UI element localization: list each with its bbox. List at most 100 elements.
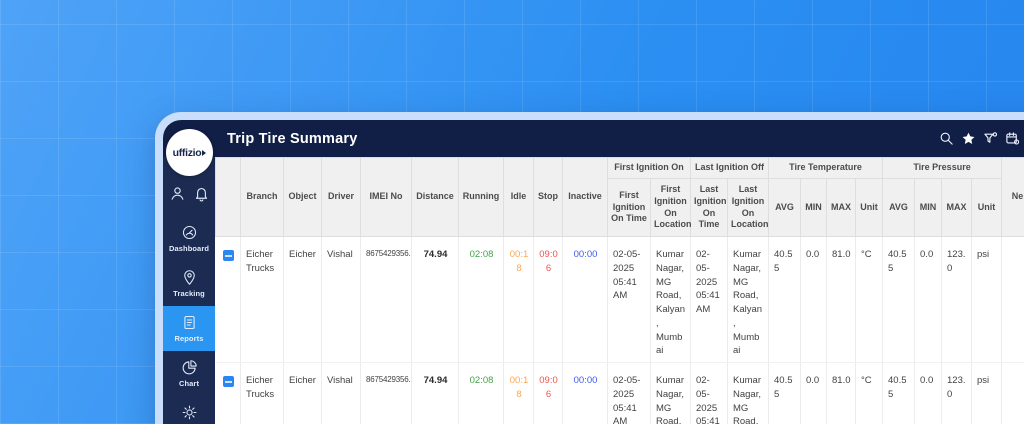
column-header: First Ignition On Location	[650, 178, 692, 237]
bell-icon[interactable]	[193, 185, 210, 202]
app-window-inner: Trip Tire Summary Dashboard Tracking Rep…	[163, 120, 1024, 424]
first-ignition-on-time-cell: 02-05-2025 05:41 AM	[607, 362, 651, 424]
imei-cell: 8675429356..	[360, 362, 412, 424]
partial-column-header: Ne T	[1001, 157, 1024, 237]
tire-temp-max-cell: 81.0	[826, 236, 856, 364]
tracking-pin-icon	[181, 269, 198, 286]
page-title: Trip Tire Summary	[227, 130, 358, 147]
tire-temp-avg-cell: 40.55	[768, 236, 801, 364]
column-header: IMEI No	[360, 157, 412, 237]
calendar-settings-icon[interactable]	[1004, 131, 1020, 147]
idle-cell: 00:18	[503, 362, 534, 424]
table-row[interactable]: Eicher Trucks Eicher Vishal 8675429356..…	[215, 236, 1024, 364]
column-header: Distance	[411, 157, 459, 237]
tire-pressure-avg-cell: 40.55	[882, 362, 916, 424]
table-row[interactable]: Eicher Trucks Eicher Vishal 8675429356..…	[215, 362, 1024, 424]
trip-tire-summary-table: Branch Object Driver IMEI No Distance Ru…	[215, 157, 1024, 424]
column-header: MIN	[800, 178, 827, 237]
stop-cell: 09:06	[533, 236, 563, 364]
sidebar-item-settings[interactable]: Settings	[163, 396, 215, 424]
user-icon[interactable]	[169, 185, 186, 202]
sidebar: Dashboard Tracking Reports Chart	[163, 157, 215, 424]
search-icon[interactable]	[938, 131, 954, 147]
dashboard-gauge-icon	[181, 224, 198, 241]
chart-pie-icon	[181, 359, 198, 376]
branch-cell: Eicher Trucks	[240, 362, 284, 424]
last-ignition-on-location-cell: Kumar Nagar, MG Road, Kalyan, Mumbai	[727, 236, 769, 364]
select-all-header[interactable]	[215, 157, 241, 237]
row-select-cell[interactable]	[215, 362, 241, 424]
column-header: Object	[283, 157, 322, 237]
tire-pressure-min-cell: 0.0	[914, 362, 943, 424]
column-header: Inactive	[562, 157, 608, 237]
sidebar-item-tracking[interactable]: Tracking	[163, 261, 215, 306]
row-checkbox[interactable]	[222, 250, 234, 261]
tire-temp-unit-cell: °C	[855, 236, 884, 364]
column-header: Unit	[971, 178, 1003, 237]
column-header: Idle	[503, 157, 534, 237]
column-header: Stop	[533, 157, 563, 237]
reports-document-icon	[181, 314, 198, 331]
row-select-cell[interactable]	[215, 236, 241, 364]
driver-cell: Vishal	[321, 236, 361, 364]
column-header: Unit	[854, 178, 884, 237]
idle-cell: 00:18	[503, 236, 534, 364]
titlebar: Trip Tire Summary	[163, 120, 1024, 157]
sidebar-item-dashboard[interactable]: Dashboard	[163, 216, 215, 261]
partial-cell	[1001, 362, 1024, 424]
running-cell: 02:08	[458, 362, 504, 424]
running-cell: 02:08	[458, 236, 504, 364]
sidebar-item-label: Reports	[174, 334, 204, 343]
inactive-cell: 00:00	[562, 236, 608, 364]
last-ignition-on-time-cell: 02-05-2025 05:41 AM	[690, 236, 728, 364]
sidebar-top-icons	[169, 185, 210, 202]
imei-cell: 8675429356..	[360, 236, 412, 364]
distance-cell: 74.94	[411, 236, 459, 364]
sidebar-item-label: Dashboard	[168, 244, 210, 253]
object-cell: Eicher	[283, 362, 322, 424]
sidebar-item-reports[interactable]: Reports	[163, 306, 215, 351]
column-header: AVG	[768, 178, 801, 237]
branch-cell: Eicher Trucks	[240, 236, 284, 364]
object-cell: Eicher	[283, 236, 322, 364]
tire-pressure-min-cell: 0.0	[914, 236, 943, 364]
tire-pressure-unit-cell: psi	[971, 236, 1003, 364]
column-header: MAX	[826, 178, 856, 237]
sidebar-item-label: Tracking	[173, 289, 205, 298]
column-header: MAX	[941, 178, 973, 237]
uffizio-logo[interactable]: uffizio	[166, 129, 213, 176]
group-header-first-ignition-on: First Ignition On	[607, 157, 691, 179]
tire-pressure-avg-cell: 40.55	[882, 236, 916, 364]
tire-temp-unit-cell: °C	[855, 362, 884, 424]
column-header: Branch	[240, 157, 284, 237]
tire-pressure-unit-cell: psi	[971, 362, 1003, 424]
distance-cell: 74.94	[411, 362, 459, 424]
first-ignition-on-location-cell: Kumar Nagar, MG Road, Kalyan, Mumbai	[650, 236, 691, 364]
column-header: First Ignition On Time	[607, 178, 651, 237]
column-header: Driver	[321, 157, 361, 237]
column-header: Running	[458, 157, 504, 237]
sidebar-item-chart[interactable]: Chart	[163, 351, 215, 396]
settings-gear-icon	[181, 404, 198, 421]
stop-cell: 09:06	[533, 362, 563, 424]
star-icon[interactable]	[960, 131, 976, 147]
first-ignition-on-time-cell: 02-05-2025 05:41 AM	[607, 236, 651, 364]
column-header: AVG	[882, 178, 916, 237]
row-checkbox[interactable]	[222, 376, 234, 388]
last-ignition-on-location-cell: Kumar Nagar, MG Road, Kalyan, Mumbai	[727, 362, 769, 424]
partial-cell	[1001, 236, 1024, 364]
tire-temp-min-cell: 0.0	[800, 362, 827, 424]
table-body: Eicher Trucks Eicher Vishal 8675429356..…	[215, 236, 1024, 424]
column-header: Last Ignition On Time	[690, 178, 728, 237]
tire-temp-max-cell: 81.0	[826, 362, 856, 424]
tire-pressure-max-cell: 123.0	[941, 362, 973, 424]
column-header: Last Ignition On Location	[727, 178, 769, 237]
first-ignition-on-location-cell: Kumar Nagar, MG Road, Kalyan, Mumbai	[650, 362, 691, 424]
report-table-container: Branch Object Driver IMEI No Distance Ru…	[215, 157, 1024, 424]
titlebar-icons	[938, 131, 1024, 147]
group-header-tire-temperature: Tire Temperature	[767, 157, 884, 179]
group-header-last-ignition-off: Last Ignition Off	[690, 157, 769, 179]
filter-icon[interactable]	[982, 131, 998, 147]
app-window: Trip Tire Summary Dashboard Tracking Rep…	[155, 112, 1024, 424]
uffizio-logo-text: uffizio	[173, 147, 207, 159]
